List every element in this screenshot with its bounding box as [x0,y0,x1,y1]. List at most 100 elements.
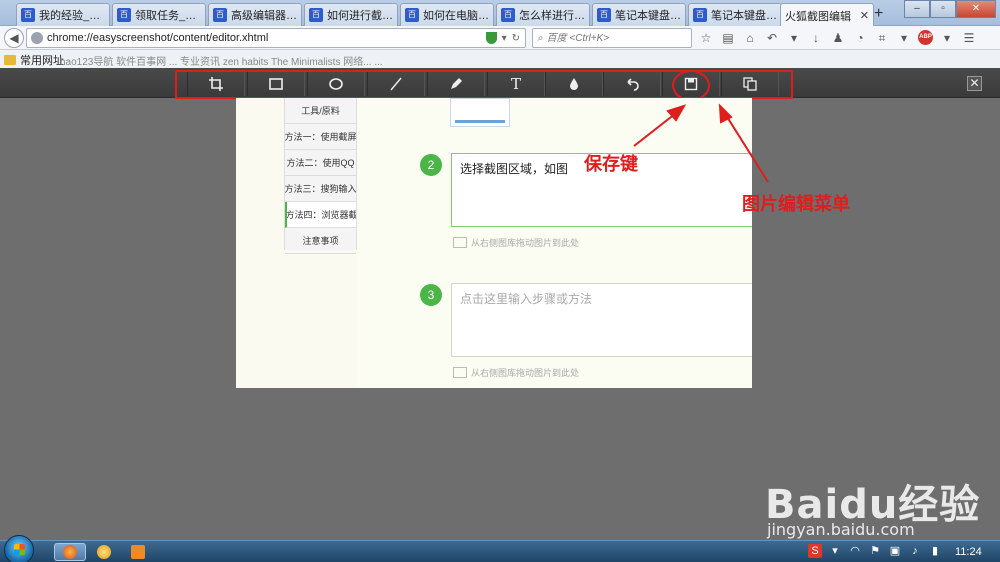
navigation-bar: ◀ chrome://easyscreenshot/content/editor… [0,26,1000,50]
step-number-badge: 2 [420,154,442,176]
rectangle-button[interactable] [247,71,305,96]
search-input[interactable] [546,32,667,44]
app-icon [131,545,145,559]
line-button[interactable] [367,71,425,96]
tab-7[interactable]: 百笔记本键盘功... [688,3,782,26]
tab-label: 我的经验_个人... [39,10,105,22]
start-button[interactable] [4,535,34,562]
taskbar-app-2[interactable] [88,543,120,561]
sidenav-item[interactable]: 方法二：使用QQ [285,150,356,176]
screenshot-editor-toolbar: T [0,68,1000,98]
download-icon[interactable]: ↓ [808,30,824,46]
chevron-down-icon[interactable]: ▾ [828,544,842,558]
baidu-favicon-icon: 百 [597,8,611,22]
maximize-button[interactable]: ▫ [930,0,956,18]
sogou-icon[interactable]: S [808,544,822,558]
tab-close-icon[interactable]: ✕ [857,9,869,22]
shield-tray-icon[interactable]: ▣ [888,544,902,558]
sidenav-item-active[interactable]: 方法四：浏览器截 [285,202,356,228]
undo-close-icon[interactable]: ↶ [764,30,780,46]
copy-button[interactable] [721,71,779,96]
menu-dropdown-icon[interactable]: ▾ [786,30,802,46]
rectangle-icon [269,77,283,90]
baidu-favicon-icon: 百 [405,8,419,22]
tab-bar: 百我的经验_个人... 百领取任务_百度... 百高级编辑器_百... 百如何进… [0,0,1000,27]
bookmarks-bar: 常用网址 hao123导航 软件百事网 ... 专业资讯 zen habits … [0,50,1000,68]
baidu-watermark: Baidu经验 jingyan.baidu.com [765,458,995,540]
copy-icon [743,76,757,91]
tab-label: 笔记本键盘_百... [615,10,681,22]
text-button[interactable]: T [487,71,545,96]
bookmark-common-sites[interactable]: 常用网址 [4,52,64,68]
globe-icon [31,32,43,44]
dropdown-arrow-icon[interactable]: ▾ [502,33,507,44]
sidenav-item[interactable]: 工具/原料 [285,98,356,124]
rss-icon[interactable]: ◔ [852,30,868,46]
star-icon[interactable]: ☆ [698,30,714,46]
blur-drop-icon [570,77,578,90]
firefox-icon [63,545,77,559]
reload-icon[interactable]: ↻ [512,33,520,44]
image-thumbnail [450,98,510,127]
crop-icon [209,76,223,91]
sidenav-item[interactable]: 方法一：使用截屏 [285,124,356,150]
dropdown-icon[interactable]: ▾ [896,30,912,46]
sidenav-item[interactable]: 注意事项 [285,228,356,254]
step-text-box[interactable]: 点击这里输入步骤或方法 [451,283,752,357]
new-tab-button[interactable]: + [874,5,883,23]
tab-1[interactable]: 百领取任务_百度... [112,3,206,26]
tab-4[interactable]: 百如何在电脑上... [400,3,494,26]
step-number-badge: 3 [420,284,442,306]
bookmark-items-obscured: hao123导航 软件百事网 ... 专业资讯 zen habits The M… [60,57,383,68]
tab-5[interactable]: 百怎么样进行截... [496,3,590,26]
crop-tool-icon[interactable]: ⌗ [874,30,890,46]
taskbar-clock[interactable]: 11:24 [955,546,982,558]
bookmark-label: 常用网址 [20,55,64,67]
line-icon [390,77,402,90]
tab-2[interactable]: 百高级编辑器_百... [208,3,302,26]
home-icon[interactable]: ⌂ [742,30,758,46]
address-bar[interactable]: chrome://easyscreenshot/content/editor.x… [26,28,526,48]
screenshot-canvas[interactable]: 工具/原料 方法一：使用截屏 方法二：使用QQ 方法三：搜狗输入 方法四：浏览器… [236,98,752,388]
adblock-icon[interactable]: ABP [918,30,933,45]
taskbar-app-3[interactable] [122,543,154,561]
crop-button[interactable] [187,71,245,96]
ellipse-button[interactable] [307,71,365,96]
search-box[interactable]: ⌕ [532,28,692,48]
pencil-button[interactable] [427,71,485,96]
battery-icon[interactable]: ▮ [928,544,942,558]
article-content: 2 选择截图区域，如图 从右侧图库拖动图片到此处 3 点击这里输入步骤或方法 从… [357,98,752,388]
hint-text: 从右侧图库拖动图片到此处 [471,368,580,378]
window-close-button[interactable]: ✕ [956,0,996,18]
tab-6[interactable]: 百笔记本键盘_百... [592,3,686,26]
back-button[interactable]: ◀ [4,28,24,48]
person-icon[interactable]: ♟ [830,30,846,46]
shield-icon[interactable] [485,32,497,44]
baidu-favicon-icon: 百 [309,8,323,22]
tab-label: 如何在电脑上... [423,10,489,22]
tab-0[interactable]: 百我的经验_个人... [16,3,110,26]
save-button[interactable] [662,71,720,96]
editor-close-button[interactable]: ✕ [967,76,982,91]
search-icon: ⌕ [537,32,543,44]
wifi-icon[interactable]: ◠ [848,544,862,558]
minimize-button[interactable]: – [904,0,930,18]
tab-label: 领取任务_百度... [135,10,201,22]
annotation-edit-menu: 图片编辑菜单 [742,194,850,214]
tab-8-active[interactable]: 火狐截图编辑 ✕ [780,3,874,27]
volume-icon[interactable]: ♪ [908,544,922,558]
dropdown-icon[interactable]: ▾ [939,30,955,46]
sidenav-item[interactable]: 方法三：搜狗输入 [285,176,356,202]
undo-button[interactable] [603,71,661,96]
flag-icon[interactable]: ⚑ [868,544,882,558]
hamburger-menu-icon[interactable]: ☰ [961,30,977,46]
pencil-icon [451,77,462,89]
baidu-favicon-icon: 百 [693,8,707,22]
blur-button[interactable] [545,71,603,96]
tab-3[interactable]: 百如何进行截图_... [304,3,398,26]
reading-list-icon[interactable]: ▤ [720,30,736,46]
app-icon [97,545,111,559]
taskbar-firefox[interactable] [54,543,86,561]
image-drop-hint: 从右侧图库拖动图片到此处 [453,366,579,379]
tab-label: 如何进行截图_... [327,10,393,22]
